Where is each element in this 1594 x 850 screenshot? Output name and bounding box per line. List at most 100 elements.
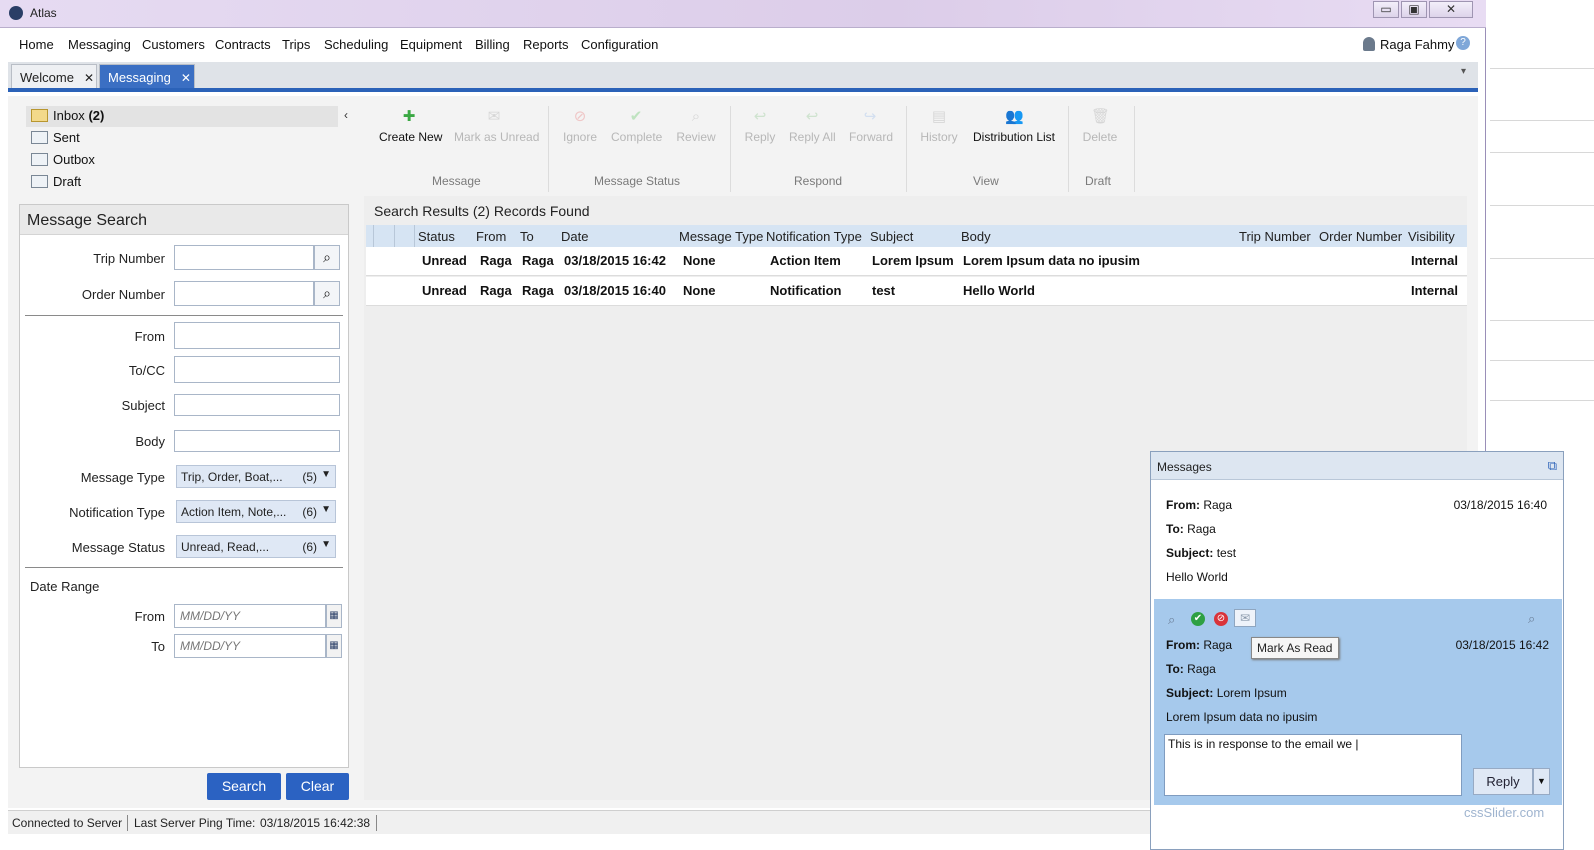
folder-draft-label: Draft xyxy=(53,174,82,189)
history-button[interactable]: ▤ History xyxy=(920,108,958,144)
main-menu: Home Messaging Customers Contracts Trips… xyxy=(8,30,1478,58)
complete-button[interactable]: ✔ Complete xyxy=(611,108,662,144)
close-icon[interactable]: ✕ xyxy=(84,71,94,85)
col-order-number[interactable]: Order Number xyxy=(1319,229,1402,244)
calendar-icon[interactable]: ▦ xyxy=(326,634,342,658)
divider xyxy=(25,567,343,568)
order-number-input[interactable] xyxy=(174,281,314,306)
search-icon[interactable]: ⌕ xyxy=(314,281,340,306)
window-title: Atlas xyxy=(30,6,57,20)
ignore-icon[interactable]: ⊘ xyxy=(1214,612,1228,626)
forward-button[interactable]: ↪ Forward xyxy=(849,108,893,144)
collapse-panel-icon[interactable]: ‹ xyxy=(344,108,348,122)
subject-input[interactable] xyxy=(174,394,340,416)
close-button[interactable]: ✕ xyxy=(1429,1,1473,18)
col-from[interactable]: From xyxy=(476,229,506,244)
to-label: To: xyxy=(1166,522,1184,536)
mark-unread-button[interactable]: ✉ Mark as Unread xyxy=(454,108,539,144)
menu-customers[interactable]: Customers xyxy=(142,37,205,52)
tab-messaging[interactable]: Messaging ✕ xyxy=(99,64,195,88)
cell-message-type: None xyxy=(683,283,716,298)
distribution-list-label: Distribution List xyxy=(972,130,1056,144)
menu-contracts[interactable]: Contracts xyxy=(215,37,271,52)
body-input[interactable] xyxy=(174,430,340,452)
user-icon xyxy=(1363,37,1375,51)
message-type-dropdown[interactable]: Trip, Order, Boat,... (5) ▼ xyxy=(176,465,336,488)
delete-button[interactable]: 🗑 Delete xyxy=(1082,108,1118,144)
menu-reports[interactable]: Reports xyxy=(523,37,569,52)
minimize-button[interactable]: ▭ xyxy=(1373,1,1399,18)
col-notification-type[interactable]: Notification Type xyxy=(766,229,862,244)
reply-button[interactable]: Reply xyxy=(1473,768,1533,795)
group-draft-label: Draft xyxy=(1085,174,1112,188)
col-date[interactable]: Date xyxy=(561,229,588,244)
msg2-to: To: Raga xyxy=(1166,662,1216,676)
distribution-list-button[interactable]: 👥 Distribution List xyxy=(972,108,1056,144)
cell-visibility: Internal xyxy=(1411,253,1458,268)
message-card-selected[interactable]: ⌕ ✔ ⊘ ✉ ⌕ Mark As Read From: Raga 03/18/… xyxy=(1154,599,1562,805)
message-status-dropdown[interactable]: Unread, Read,... (6) ▼ xyxy=(176,535,336,558)
table-row[interactable]: Unread Raga Raga 03/18/2015 16:42 None A… xyxy=(366,247,1467,276)
from-input[interactable] xyxy=(174,322,340,349)
review-icon: ⌕ xyxy=(691,108,701,125)
search-button[interactable]: Search xyxy=(207,773,281,800)
col-visibility[interactable]: Visibility xyxy=(1408,229,1455,244)
notification-type-dropdown[interactable]: Action Item, Note,... (6) ▼ xyxy=(176,500,336,523)
close-icon[interactable]: ✕ xyxy=(181,71,191,85)
clear-button[interactable]: Clear xyxy=(286,773,349,800)
col-subject[interactable]: Subject xyxy=(870,229,913,244)
tab-menu-icon[interactable]: ▾ xyxy=(1461,66,1466,77)
menu-scheduling[interactable]: Scheduling xyxy=(324,37,388,52)
review-icon[interactable]: ⌕ xyxy=(1528,611,1535,627)
draft-icon xyxy=(31,175,48,188)
tab-welcome[interactable]: Welcome ✕ xyxy=(11,64,97,88)
date-to-input[interactable] xyxy=(174,634,326,658)
col-trip-number[interactable]: Trip Number xyxy=(1239,229,1311,244)
to-cc-input[interactable] xyxy=(174,356,340,383)
folder-sent[interactable]: Sent xyxy=(26,128,338,149)
notification-type-value: Action Item, Note,... xyxy=(181,505,287,519)
col-status[interactable]: Status xyxy=(418,229,455,244)
review-button[interactable]: ⌕ Review xyxy=(676,108,716,144)
folder-outbox[interactable]: Outbox xyxy=(26,150,338,171)
menu-home[interactable]: Home xyxy=(19,37,54,52)
cell-message-type: None xyxy=(683,253,716,268)
menu-trips[interactable]: Trips xyxy=(282,37,310,52)
menu-equipment[interactable]: Equipment xyxy=(400,37,462,52)
reply-textarea[interactable]: This is in response to the email we | xyxy=(1164,734,1462,796)
reply-toolbar-button[interactable]: ↩ Reply xyxy=(744,108,776,144)
outbox-icon xyxy=(31,153,48,166)
search-icon[interactable]: ⌕ xyxy=(1168,612,1175,628)
envelope-icon[interactable]: ✉ xyxy=(1234,609,1256,627)
inbox-count: (2) xyxy=(88,108,105,123)
ignore-button[interactable]: ⊘ Ignore xyxy=(562,108,598,144)
chevron-down-icon[interactable]: ▼ xyxy=(1533,768,1550,795)
folder-inbox[interactable]: Inbox (2) xyxy=(26,106,338,127)
column-divider xyxy=(414,225,415,247)
col-message-type[interactable]: Message Type xyxy=(679,229,763,244)
reply-all-button[interactable]: ↩ Reply All xyxy=(789,108,836,144)
ribbon-separator xyxy=(906,106,907,192)
trip-number-input[interactable] xyxy=(174,245,314,270)
maximize-button[interactable]: ▣ xyxy=(1401,1,1427,18)
date-from-input[interactable] xyxy=(174,604,326,628)
reply-all-label: Reply All xyxy=(789,130,836,144)
create-new-button[interactable]: ✚ Create New xyxy=(379,108,442,144)
user-name[interactable]: Raga Fahmy xyxy=(1380,37,1454,52)
folder-draft[interactable]: Draft xyxy=(26,172,338,193)
msg2-subject-value: Lorem Ipsum xyxy=(1216,686,1287,700)
menu-billing[interactable]: Billing xyxy=(475,37,510,52)
menu-configuration[interactable]: Configuration xyxy=(581,37,658,52)
col-body[interactable]: Body xyxy=(961,229,991,244)
document-tabs: Welcome ✕ Messaging ✕ ▾ xyxy=(8,62,1478,92)
search-icon[interactable]: ⌕ xyxy=(314,245,340,270)
check-icon[interactable]: ✔ xyxy=(1191,612,1205,626)
menu-messaging[interactable]: Messaging xyxy=(68,37,131,52)
popout-icon[interactable]: ⧉ xyxy=(1548,458,1557,474)
grid-header: Status From To Date Message Type Notific… xyxy=(366,225,1467,247)
table-row[interactable]: Unread Raga Raga 03/18/2015 16:40 None N… xyxy=(366,277,1467,306)
calendar-icon[interactable]: ▦ xyxy=(326,604,342,628)
help-icon[interactable]: ? xyxy=(1456,36,1470,50)
col-to[interactable]: To xyxy=(520,229,534,244)
order-number-label: Order Number xyxy=(81,287,165,302)
